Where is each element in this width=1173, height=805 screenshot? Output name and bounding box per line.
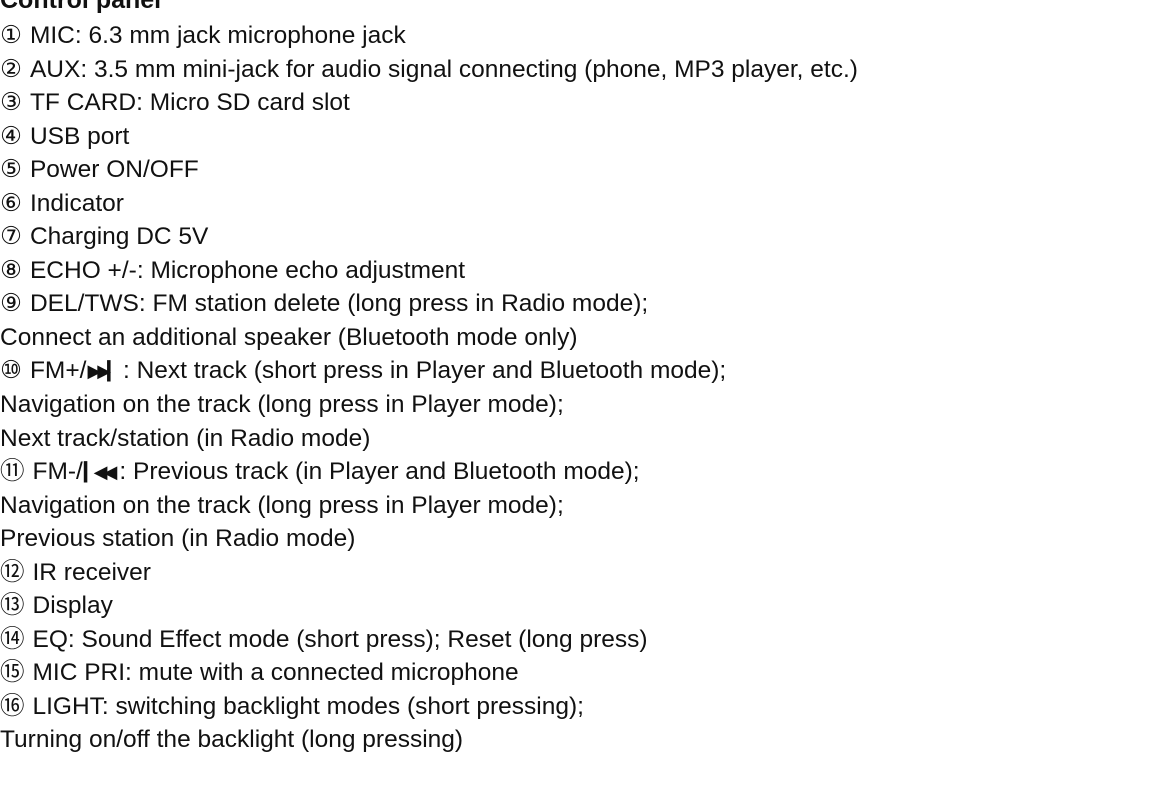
list-item: ⑧ ECHO +/-: Microphone echo adjustment — [0, 254, 1173, 288]
item-text: Connect an additional speaker (Bluetooth… — [0, 323, 578, 351]
list-item: ⑥ Indicator — [0, 187, 1173, 221]
item-number: ① — [0, 22, 22, 49]
item-text: MIC: 6.3 mm jack microphone jack — [29, 22, 406, 49]
list-item: ⑤ Power ON/OFF — [0, 153, 1173, 187]
item-text: TF CARD: Micro SD card slot — [29, 89, 350, 117]
list-item: ⑫ IR receiver — [0, 556, 1173, 590]
previous-track-icon: ▎◀◀ — [83, 462, 117, 483]
list-item: ⑯ LIGHT: switching backlight modes (short… — [0, 690, 1173, 724]
item-number: ④ — [0, 122, 22, 150]
item-text: Turning on/off the backlight (long press… — [0, 726, 464, 754]
item-text: DEL/TWS: FM station delete (long press i… — [29, 290, 649, 318]
item-number: ③ — [0, 89, 22, 117]
item-number: ⑤ — [0, 156, 22, 184]
list-item-continuation: Navigation on the track (long press in P… — [0, 388, 1173, 422]
item-text: Previous station (in Radio mode) — [0, 525, 356, 553]
item-number: ⑬ — [0, 592, 25, 620]
list-item: ⑪ FM-/▎◀◀: Previous track (in Player and … — [0, 455, 1173, 489]
list-item: ③ TF CARD: Micro SD card slot — [0, 86, 1173, 120]
section-heading: Control panel — [0, 0, 162, 14]
item-text: EQ: Sound Effect mode (short press); Res… — [32, 625, 648, 653]
list-item: ⑬ Display — [0, 589, 1173, 623]
list-item-continuation: Turning on/off the backlight (long press… — [0, 723, 1173, 757]
item-number: ⑪ — [0, 458, 25, 486]
item-text: ECHO +/-: Microphone echo adjustment — [29, 256, 466, 284]
item-number: ⑨ — [0, 290, 22, 318]
item-text: : Previous track (in Player and Bluetoot… — [119, 458, 640, 486]
next-track-icon: ▶▶▎ — [87, 361, 120, 382]
control-list: ① MIC: 6.3 mm jack microphone jack ② AUX: … — [0, 19, 1173, 757]
list-item-continuation: Connect an additional speaker (Bluetooth… — [0, 321, 1173, 355]
item-number: ⑦ — [0, 223, 22, 251]
item-text: IR receiver — [32, 558, 151, 586]
list-item: ⑭ EQ: Sound Effect mode (short press); Re… — [0, 623, 1173, 657]
item-text: : Next track (short press in Player and … — [123, 357, 727, 385]
item-text: LIGHT: switching backlight modes (short … — [32, 692, 584, 720]
item-text: USB port — [29, 122, 130, 150]
list-item: ④ USB port — [0, 120, 1173, 154]
list-item: ① MIC: 6.3 mm jack microphone jack — [0, 19, 1173, 53]
item-prefix: FM+/ — [29, 357, 87, 385]
list-item-continuation: Navigation on the track (long press in P… — [0, 489, 1173, 523]
list-item: ⑮ MIC PRI: mute with a connected micropho… — [0, 656, 1173, 690]
item-number: ⑩ — [0, 357, 22, 385]
item-text: Display — [32, 592, 113, 620]
item-text: Power ON/OFF — [29, 156, 199, 184]
item-prefix: FM-/ — [32, 458, 83, 486]
item-text: Indicator — [29, 189, 124, 217]
list-item: ⑦ Charging DC 5V — [0, 220, 1173, 254]
item-number: ⑫ — [0, 558, 25, 586]
control-panel-document: Control panel ① MIC: 6.3 mm jack micropho… — [0, 0, 1173, 805]
list-item-continuation: Previous station (in Radio mode) — [0, 522, 1173, 556]
item-number: ⑧ — [0, 256, 22, 284]
list-item: ⑩ FM+/▶▶▎: Next track (short press in Pla… — [0, 354, 1173, 388]
item-number: ⑥ — [0, 189, 22, 217]
item-number: ⑭ — [0, 625, 25, 653]
item-number: ② — [0, 55, 22, 83]
item-text: Next track/station (in Radio mode) — [0, 424, 371, 452]
item-text: Navigation on the track (long press in P… — [0, 391, 564, 419]
list-item: ⑨ DEL/TWS: FM station delete (long press … — [0, 287, 1173, 321]
item-text: Charging DC 5V — [29, 223, 209, 251]
item-number: ⑮ — [0, 659, 25, 687]
item-text: MIC PRI: mute with a connected microphon… — [32, 659, 519, 687]
item-text: AUX: 3.5 mm mini-jack for audio signal c… — [29, 55, 858, 83]
list-item-continuation: Next track/station (in Radio mode) — [0, 422, 1173, 456]
item-text: Navigation on the track (long press in P… — [0, 491, 564, 519]
item-number: ⑯ — [0, 692, 25, 720]
list-item: ② AUX: 3.5 mm mini-jack for audio signal … — [0, 53, 1173, 87]
